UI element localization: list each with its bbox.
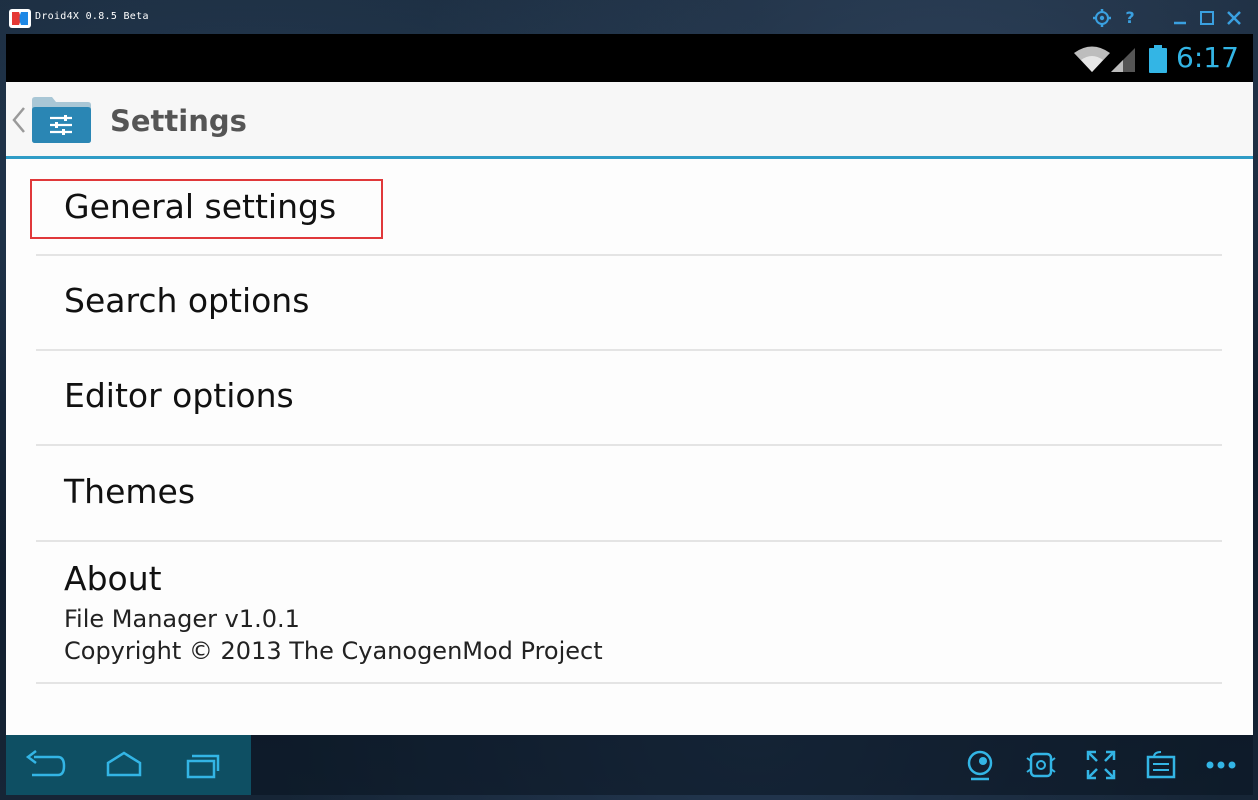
android-screen: 6:17 Settings General settings Search op…	[6, 34, 1253, 735]
about-copyright: Copyright © 2013 The CyanogenMod Project	[64, 637, 603, 665]
more-icon[interactable]	[1204, 748, 1238, 782]
settings-item-label: Themes	[64, 472, 196, 511]
close-icon[interactable]	[1224, 8, 1244, 28]
home-icon[interactable]	[102, 747, 146, 783]
highlight-box	[30, 179, 383, 239]
camera-icon[interactable]	[963, 748, 997, 782]
maximize-icon[interactable]	[1197, 8, 1217, 28]
back-icon[interactable]	[22, 747, 66, 783]
settings-item-search[interactable]: Search options	[36, 255, 1222, 351]
fullscreen-icon[interactable]	[1084, 748, 1118, 782]
clock: 6:17	[1176, 41, 1239, 74]
droid4x-logo-icon	[9, 9, 31, 28]
wifi-icon	[1074, 46, 1110, 72]
emulator-nav-bar	[6, 735, 1253, 795]
about-version: File Manager v1.0.1	[64, 605, 300, 633]
help-icon[interactable]: ?	[1120, 8, 1140, 28]
minimize-icon[interactable]	[1170, 8, 1190, 28]
settings-item-themes[interactable]: Themes	[36, 446, 1222, 542]
shake-icon[interactable]	[1024, 748, 1058, 782]
action-bar: Settings	[6, 82, 1253, 159]
recent-apps-icon[interactable]	[180, 747, 224, 783]
android-nav-buttons	[6, 735, 251, 795]
settings-item-label: About	[64, 559, 162, 598]
up-caret-icon[interactable]	[8, 104, 30, 136]
keyboard-icon[interactable]	[1144, 748, 1178, 782]
settings-item-about[interactable]: About File Manager v1.0.1 Copyright © 20…	[36, 541, 1222, 684]
page-title: Settings	[110, 104, 247, 138]
emulator-title-bar: Droid4X 0.8.5 Beta ?	[0, 0, 1258, 34]
emulator-title: Droid4X 0.8.5 Beta	[35, 11, 149, 22]
gear-icon[interactable]	[1092, 8, 1112, 28]
status-bar: 6:17	[6, 34, 1253, 82]
settings-folder-icon[interactable]	[28, 94, 94, 146]
settings-item-editor[interactable]: Editor options	[36, 350, 1222, 446]
settings-item-label: Search options	[64, 281, 310, 320]
settings-item-label: Editor options	[64, 376, 294, 415]
battery-icon	[1149, 45, 1167, 73]
signal-icon	[1111, 48, 1135, 72]
